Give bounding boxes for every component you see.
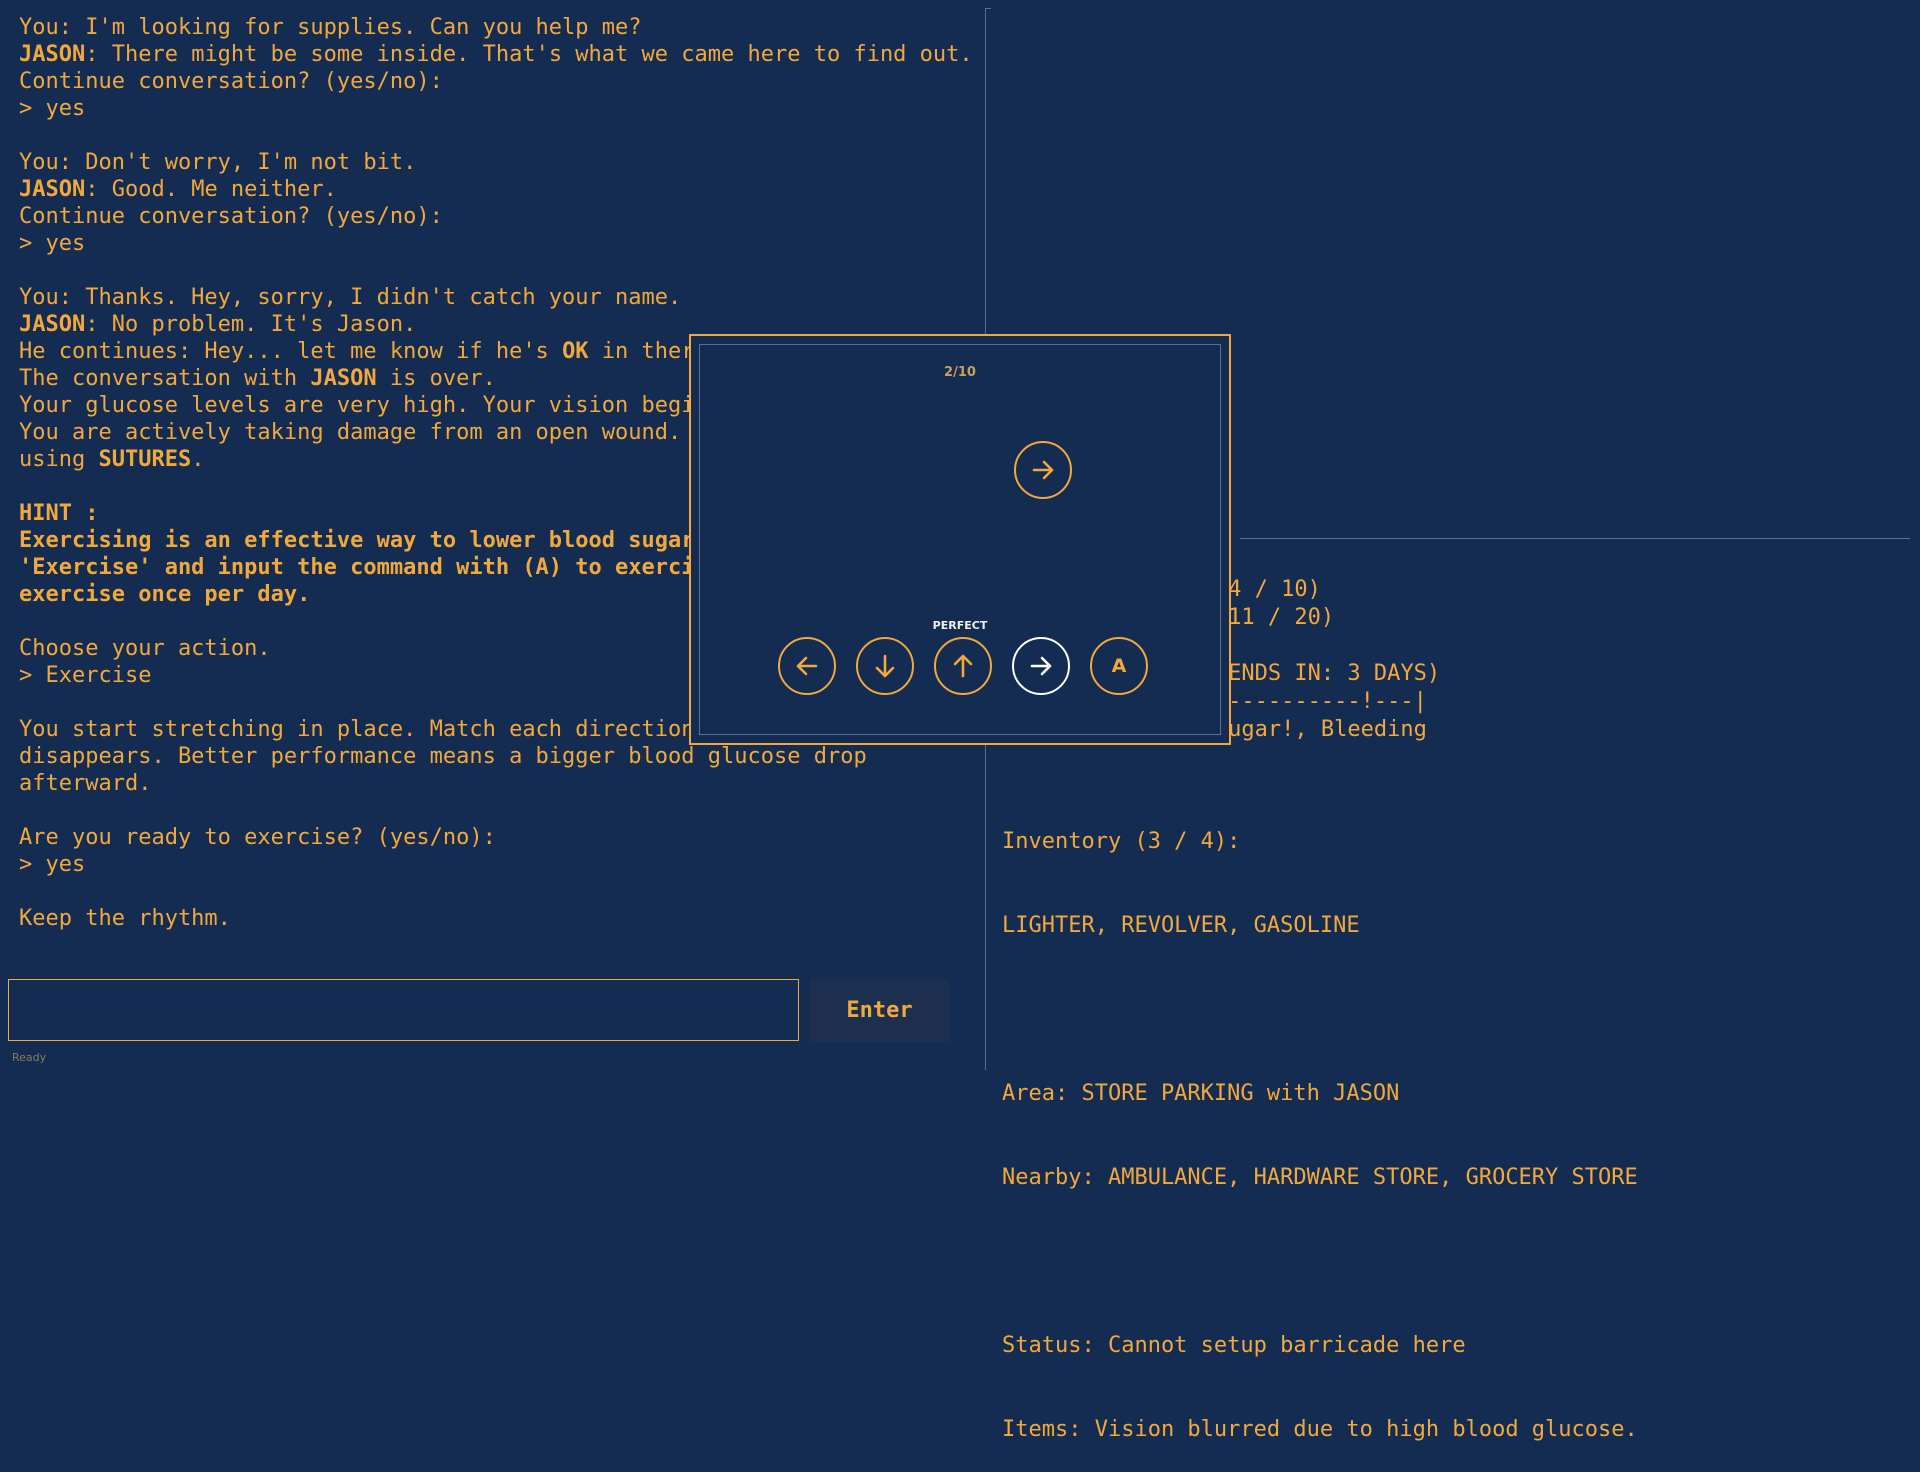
log-emphasis: JASON [19, 42, 86, 67]
log-text: > Exercise [19, 663, 152, 688]
log-text: afterward. [19, 771, 152, 796]
log-line: Are you ready to exercise? (yes/no): [19, 824, 979, 851]
log-text: using [19, 447, 99, 472]
round-counter: 2/10 [944, 365, 976, 380]
timing-rating: PERFECT [932, 619, 988, 632]
log-text: disappears. Better performance means a b… [19, 744, 867, 769]
log-text: Are you ready to exercise? (yes/no): [19, 825, 496, 850]
log-text: : Good. Me neither. [85, 177, 337, 202]
command-input[interactable] [8, 979, 799, 1041]
log-emphasis: exercise once per day. [19, 582, 311, 607]
log-text: The conversation with [19, 366, 311, 391]
log-emphasis: JASON [19, 312, 86, 337]
log-emphasis: 'Exercise' and input the command with (A… [19, 555, 695, 580]
log-text: Keep the rhythm. [19, 906, 231, 931]
log-text: You start stretching in place. Match eac… [19, 717, 695, 742]
status-line: Status: Cannot setup barricade here [1002, 1333, 1466, 1358]
log-line: afterward. [19, 770, 979, 797]
log-text: . [191, 447, 205, 472]
log-text: : No problem. It's Jason. [85, 312, 417, 337]
area-text: Area: STORE PARKING with JASON [1002, 1081, 1400, 1106]
log-text: Continue conversation? (yes/no): [19, 69, 443, 94]
log-text: : There might be some inside. That's wha… [85, 42, 973, 67]
info-panel: Inventory (3 / 4): LIGHTER, REVOLVER, GA… [1002, 772, 1912, 1472]
down-arrow-button[interactable] [856, 637, 914, 695]
log-text: > yes [19, 96, 86, 121]
right-arrow-icon [1030, 656, 1052, 676]
status-text: Ready [12, 1051, 47, 1064]
log-emphasis: JASON [310, 366, 377, 391]
a-button-button[interactable]: A [1090, 637, 1148, 695]
log-text: > yes [19, 231, 86, 256]
log-line: You: I'm looking for supplies. Can you h… [19, 14, 979, 41]
log-line: > yes [19, 95, 979, 122]
nearby-text: Nearby: AMBULANCE, HARDWARE STORE, GROCE… [1002, 1165, 1638, 1190]
log-text: Your glucose levels are very high. Your … [19, 393, 695, 418]
log-text: You: Don't worry, I'm not bit. [19, 150, 417, 175]
log-text: is over. [376, 366, 496, 391]
log-emphasis: Exercising is an effective way to lower … [19, 528, 695, 553]
falling-right-arrow-icon [1014, 441, 1072, 499]
enter-button[interactable]: Enter [810, 979, 949, 1042]
log-line: Continue conversation? (yes/no): [19, 203, 979, 230]
log-line: Continue conversation? (yes/no): [19, 68, 979, 95]
inventory-title: Inventory (3 / 4): [1002, 829, 1241, 854]
left-arrow-button[interactable] [778, 637, 836, 695]
log-line: > yes [19, 230, 979, 257]
log-line: JASON: There might be some inside. That'… [19, 41, 979, 68]
log-emphasis: HINT : [19, 501, 99, 526]
log-text: Choose your action. [19, 636, 271, 661]
log-line: You: Don't worry, I'm not bit. [19, 149, 979, 176]
inventory-items: LIGHTER, REVOLVER, GASOLINE [1002, 913, 1360, 938]
log-line: Keep the rhythm. [19, 905, 979, 932]
right-arrow-icon [1032, 460, 1054, 480]
log-emphasis: OK [562, 339, 589, 364]
a-button-label: A [1111, 655, 1127, 677]
log-line: > yes [19, 851, 979, 878]
panel-divider-tick [985, 8, 991, 9]
left-arrow-icon [796, 656, 818, 676]
log-text: You are actively taking damage from an o… [19, 420, 682, 445]
up-arrow-button[interactable] [934, 637, 992, 695]
right-arrow-button[interactable] [1012, 637, 1070, 695]
log-text: He continues: Hey... let me know if he's [19, 339, 563, 364]
stats-divider [1240, 538, 1910, 539]
log-text: Continue conversation? (yes/no): [19, 204, 443, 229]
log-line: disappears. Better performance means a b… [19, 743, 979, 770]
exercise-minigame-window: 2/10 PERFECT A [689, 334, 1231, 745]
log-line: You: Thanks. Hey, sorry, I didn't catch … [19, 284, 979, 311]
log-text: You: I'm looking for supplies. Can you h… [19, 15, 642, 40]
log-text: > yes [19, 852, 86, 877]
items-line: Items: Vision blurred due to high blood … [1002, 1417, 1638, 1442]
log-emphasis: JASON [19, 177, 86, 202]
log-emphasis: SUTURES [98, 447, 192, 472]
log-line: JASON: Good. Me neither. [19, 176, 979, 203]
minigame-frame: 2/10 PERFECT A [699, 344, 1221, 735]
up-arrow-icon [953, 654, 973, 678]
log-text: in ther [588, 339, 695, 364]
log-text: You: Thanks. Hey, sorry, I didn't catch … [19, 285, 682, 310]
down-arrow-icon [875, 654, 895, 678]
